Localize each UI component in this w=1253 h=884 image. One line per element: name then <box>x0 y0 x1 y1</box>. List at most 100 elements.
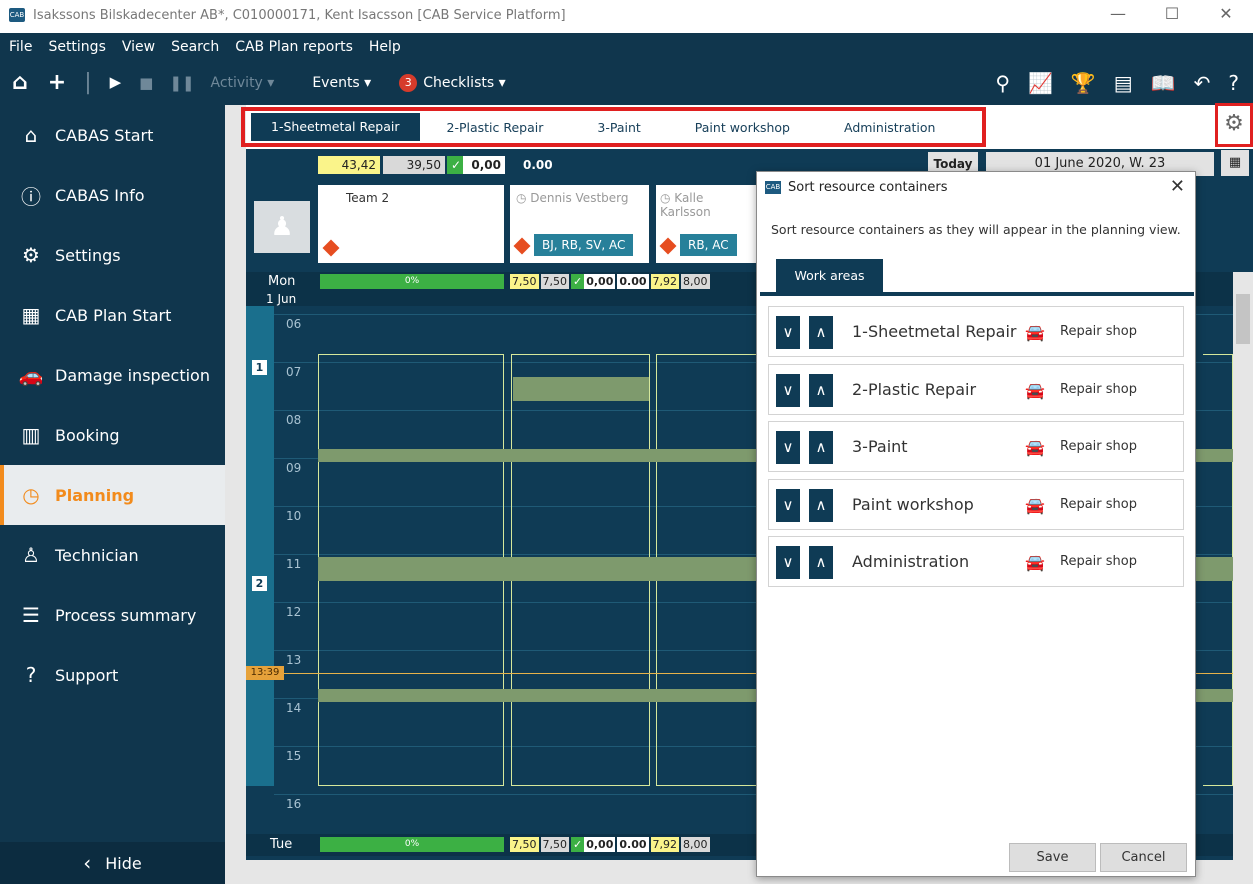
row-label: 2-Plastic Repair <box>852 380 977 399</box>
menu-settings[interactable]: Settings <box>39 39 112 55</box>
move-up-button[interactable]: ∧ <box>809 431 833 464</box>
gear-icon[interactable]: ⚙ <box>1215 103 1253 147</box>
sort-row: ∨ ∧ 2-Plastic Repair 🚘 Repair shop <box>768 364 1184 415</box>
scrollbar-thumb[interactable] <box>1236 294 1250 344</box>
sidebar-item-settings[interactable]: ⚙ Settings <box>0 225 225 285</box>
close-window-button[interactable]: ✕ <box>1199 0 1253 30</box>
move-down-button[interactable]: ∨ <box>776 316 800 349</box>
day-value: 7,92 <box>650 837 679 852</box>
move-down-button[interactable]: ∨ <box>776 431 800 464</box>
move-down-button[interactable]: ∨ <box>776 489 800 522</box>
day-values: 7,50 7,50 ✓ 0,00 0.00 7,92 8,00 <box>510 274 710 289</box>
minimize-button[interactable]: — <box>1091 0 1145 30</box>
car-icon: 🚘 <box>1025 553 1045 572</box>
sidebar: ⌂ CABAS Start ⓘ CABAS Info ⚙ Settings ▦ CAB … <box>0 105 225 884</box>
checklists-dropdown[interactable]: 3 Checklists ▾ <box>399 73 506 92</box>
resource-card-team2[interactable]: Team 2 <box>318 185 504 263</box>
menu-file[interactable]: File <box>0 39 39 55</box>
help-icon: ? <box>25 663 37 687</box>
tab-plastic-repair[interactable]: 2-Plastic Repair <box>420 120 571 135</box>
sidebar-item-cab-plan-start[interactable]: ▦ CAB Plan Start <box>0 285 225 345</box>
undo-icon[interactable]: ↶ <box>1194 71 1211 95</box>
sidebar-item-label: Booking <box>55 425 120 445</box>
calendar-icon[interactable]: ▦ <box>1221 150 1249 176</box>
hour-label: 10 <box>286 509 302 523</box>
resource-name-text: Dennis Vestberg <box>530 191 629 205</box>
tab-underline <box>760 292 1194 296</box>
events-dropdown[interactable]: Events ▾ <box>312 75 371 91</box>
tab-sheetmetal-repair[interactable]: 1-Sheetmetal Repair <box>251 113 420 141</box>
tabs-highlight: 1-Sheetmetal Repair 2-Plastic Repair 3-P… <box>241 107 986 147</box>
activity-dropdown[interactable]: Activity ▾ <box>210 75 274 91</box>
hour-label: 13 <box>286 653 302 667</box>
splitter[interactable] <box>225 105 246 884</box>
pause-icon[interactable]: ❚❚ <box>169 74 194 92</box>
day-value: 7,50 <box>540 837 569 852</box>
sidebar-item-technician[interactable]: ♙ Technician <box>0 525 225 585</box>
resource-percent-icon[interactable]: ♟ <box>254 201 310 253</box>
menu-help[interactable]: Help <box>360 39 408 55</box>
move-down-button[interactable]: ∨ <box>776 546 800 579</box>
sidebar-item-cabas-start[interactable]: ⌂ CABAS Start <box>0 105 225 165</box>
stop-icon[interactable]: ■ <box>139 74 153 92</box>
resource-card-kalle[interactable]: ◷ Kalle Karlsson RB, AC <box>656 185 756 263</box>
move-down-button[interactable]: ∨ <box>776 374 800 407</box>
tab-paint-workshop[interactable]: Paint workshop <box>668 120 817 135</box>
resource-name: ◷ Dennis Vestberg <box>516 191 629 205</box>
menu-cab-plan-reports[interactable]: CAB Plan reports <box>226 39 360 55</box>
close-icon[interactable]: ✕ <box>1170 176 1185 197</box>
sidebar-item-booking[interactable]: ▥ Booking <box>0 405 225 465</box>
day-value: 7,50 <box>510 837 539 852</box>
day-value: 7,50 <box>540 274 569 289</box>
resource-name: ◷ Kalle Karlsson <box>660 191 711 219</box>
car-icon: 🚘 <box>1025 496 1045 515</box>
move-up-button[interactable]: ∧ <box>809 316 833 349</box>
row-type: Repair shop <box>1060 382 1137 397</box>
move-up-button[interactable]: ∧ <box>809 546 833 579</box>
hour-label: 07 <box>286 365 302 379</box>
play-icon[interactable]: ▶ <box>110 75 122 90</box>
cancel-button[interactable]: Cancel <box>1100 843 1187 872</box>
save-button[interactable]: Save <box>1009 843 1096 872</box>
maximize-button[interactable]: ☐ <box>1145 0 1199 30</box>
list-icon: ☰ <box>22 603 40 627</box>
help-icon[interactable]: ? <box>1228 71 1239 95</box>
menu-search[interactable]: Search <box>162 39 226 55</box>
tab-work-areas[interactable]: Work areas <box>776 259 883 293</box>
sidebar-item-process-summary[interactable]: ☰ Process summary <box>0 585 225 645</box>
day-value: 0,00 <box>584 837 616 852</box>
plus-icon[interactable]: + <box>48 71 66 94</box>
warning-icon <box>659 237 677 255</box>
sidebar-item-cabas-info[interactable]: ⓘ CABAS Info <box>0 165 225 225</box>
chart-icon[interactable]: 📈 <box>1028 71 1053 95</box>
tab-administration[interactable]: Administration <box>817 120 962 135</box>
menu-view[interactable]: View <box>113 39 162 55</box>
dialog-subtitle: Sort resource containers as they will ap… <box>771 222 1181 237</box>
hide-sidebar-button[interactable]: ‹ Hide <box>0 842 225 884</box>
sort-row: ∨ ∧ Paint workshop 🚘 Repair shop <box>768 479 1184 530</box>
home-icon[interactable]: ⌂ <box>12 71 28 94</box>
car-icon: 🚘 <box>1025 381 1045 400</box>
sort-row: ∨ ∧ 1-Sheetmetal Repair 🚘 Repair shop <box>768 306 1184 357</box>
resource-card-dennis[interactable]: ◷ Dennis Vestberg BJ, RB, SV, AC <box>510 185 649 263</box>
sidebar-item-label: Support <box>55 665 119 685</box>
capacity-bar: 0% <box>320 274 504 289</box>
sidebar-item-support[interactable]: ? Support <box>0 645 225 705</box>
book-icon[interactable]: 📖 <box>1151 71 1176 95</box>
sidebar-item-planning[interactable]: ◷ Planning <box>0 465 225 525</box>
search-icon[interactable]: ⚲ <box>995 71 1010 95</box>
booking-block[interactable] <box>513 377 649 401</box>
sort-resource-dialog: CAB Sort resource containers ✕ Sort reso… <box>756 171 1196 877</box>
move-up-button[interactable]: ∧ <box>809 489 833 522</box>
sidebar-item-damage-inspection[interactable]: 🚗 Damage inspection <box>0 345 225 405</box>
tab-paint[interactable]: 3-Paint <box>570 120 667 135</box>
move-up-button[interactable]: ∧ <box>809 374 833 407</box>
summary-value: 0.00 <box>523 158 553 172</box>
title-bar: CAB Isakssons Bilskadecenter AB*, C01000… <box>0 0 1253 30</box>
vertical-scrollbar[interactable] <box>1233 272 1253 860</box>
trophy-icon[interactable]: 🏆 <box>1071 71 1096 95</box>
home-icon: ⌂ <box>24 123 38 147</box>
report-icon[interactable]: ▤ <box>1114 71 1133 95</box>
app-logo: CAB <box>9 8 25 22</box>
chevron-left-icon: ‹ <box>83 851 92 875</box>
